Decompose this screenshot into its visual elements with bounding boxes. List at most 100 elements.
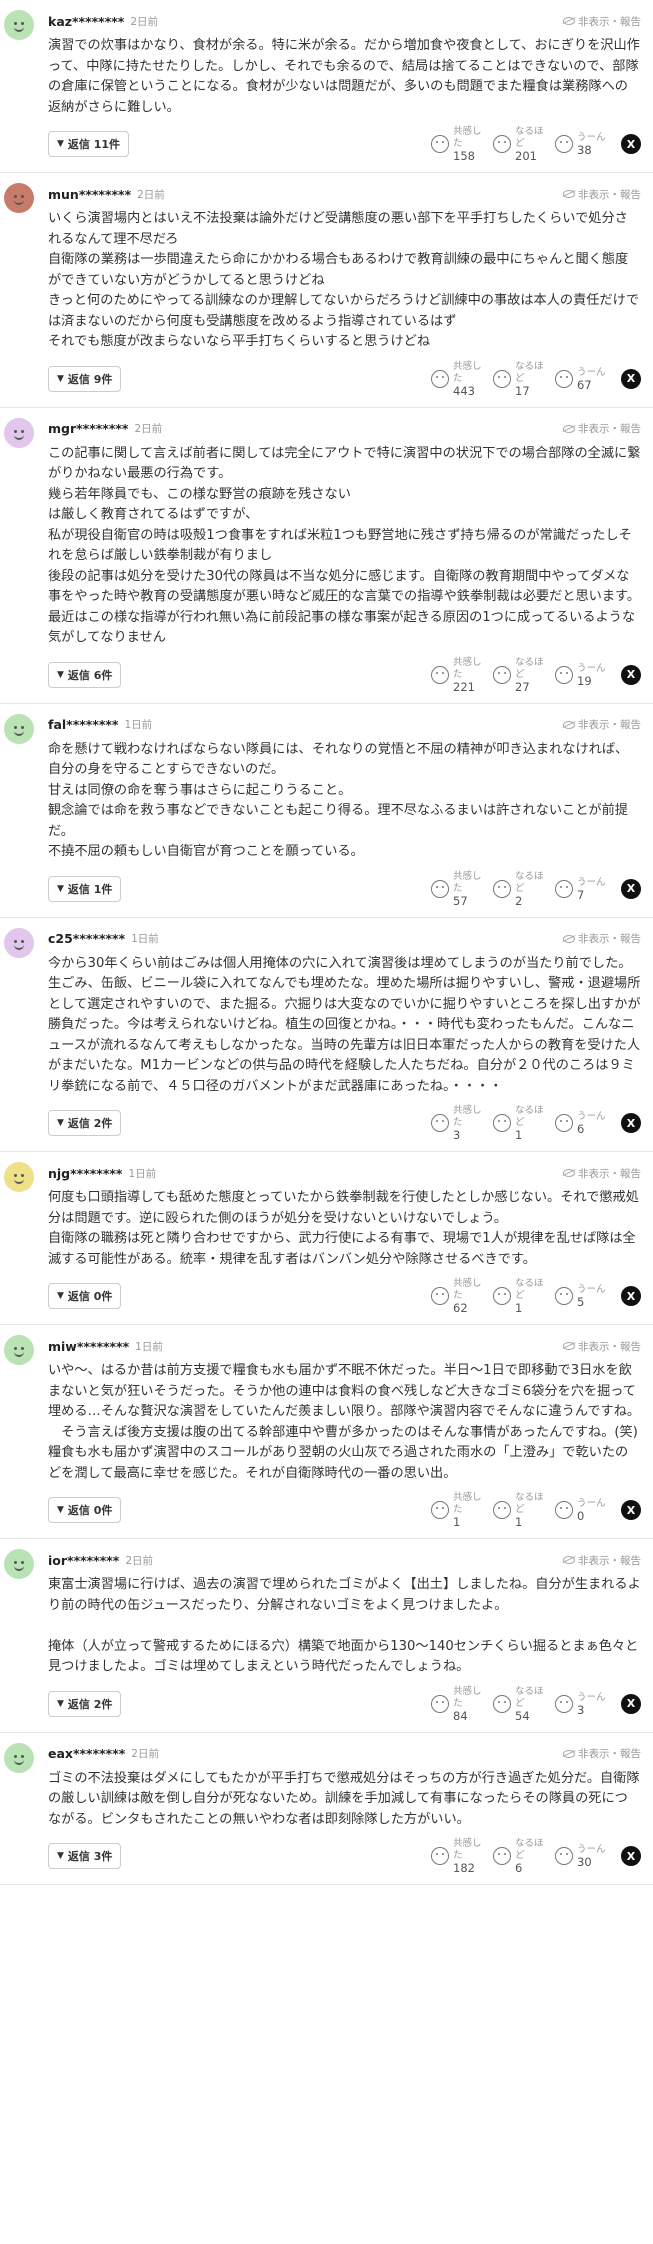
chevron-down-icon: ▼	[57, 373, 64, 384]
avatar[interactable]	[4, 1549, 34, 1579]
hide-report-button[interactable]: 非表示・報告	[563, 421, 641, 436]
smile-face-icon	[431, 665, 449, 684]
reaction-label: なるほど	[515, 1492, 544, 1515]
replies-label: 返信 3件	[67, 1850, 113, 1863]
reaction-empathy-button[interactable]: 共感した 3	[431, 1105, 487, 1141]
reaction-empathy-button[interactable]: 共感した 62	[431, 1278, 487, 1314]
replies-button[interactable]: ▼ 返信 0件	[48, 1497, 122, 1523]
hide-report-button[interactable]: 非表示・報告	[563, 717, 641, 732]
reaction-uun-button[interactable]: うーん 3	[555, 1692, 611, 1716]
replies-label: 返信 0件	[67, 1290, 113, 1303]
thinking-face-icon	[493, 135, 511, 153]
avatar[interactable]	[4, 183, 34, 213]
replies-button[interactable]: ▼ 返信 2件	[48, 1690, 122, 1717]
reaction-uun-button[interactable]: うーん 38	[555, 132, 611, 156]
reaction-uun-button[interactable]: うーん 0	[555, 1498, 611, 1522]
comment-text: 何度も口頭指導しても舐めた態度とっていたから鉄拳制裁を行使したとしか感じない。そ…	[48, 1190, 639, 1267]
comment-item: mun******** 2日前 非表示・報告 いくら演習場内とはいえ不法投棄は論…	[0, 173, 653, 408]
chevron-down-icon: ▼	[57, 669, 64, 680]
hide-report-button[interactable]: 非表示・報告	[563, 1553, 641, 1568]
reaction-naruhodo-button[interactable]: なるほど 1	[493, 1492, 549, 1528]
chevron-down-icon: ▼	[57, 1698, 64, 1709]
avatar[interactable]	[4, 10, 34, 40]
replies-button[interactable]: ▼ 返信 3件	[48, 1843, 122, 1869]
comment-username[interactable]: fal********	[48, 717, 118, 732]
reaction-label: なるほど	[515, 1105, 544, 1128]
reaction-uun-button[interactable]: うーん 67	[555, 367, 611, 391]
thinking-face-icon	[493, 1114, 511, 1132]
avatar[interactable]	[4, 927, 34, 958]
avatar[interactable]	[4, 1335, 34, 1365]
comment-username[interactable]: miw********	[48, 1339, 129, 1354]
reaction-uun-button[interactable]: うーん 19	[555, 663, 611, 687]
reaction-empathy-button[interactable]: 共感した 57	[431, 871, 487, 907]
reaction-uun-button[interactable]: うーん 7	[555, 877, 611, 901]
reaction-naruhodo-button[interactable]: なるほど 201	[493, 126, 549, 162]
x-share-icon[interactable]: X	[621, 1500, 641, 1520]
reaction-count: 7	[577, 887, 585, 902]
chevron-down-icon: ▼	[57, 1505, 64, 1515]
reaction-empathy-button[interactable]: 共感した 158	[431, 126, 487, 162]
comment-username[interactable]: kaz********	[48, 14, 124, 29]
x-share-icon[interactable]: X	[621, 664, 641, 685]
comment-username[interactable]: mgr********	[48, 421, 128, 436]
hide-report-button[interactable]: 非表示・報告	[563, 1339, 641, 1354]
reaction-naruhodo-button[interactable]: なるほど 27	[493, 657, 549, 693]
comment-username[interactable]: eax********	[48, 1746, 125, 1761]
x-share-icon[interactable]: X	[621, 1286, 641, 1306]
reaction-count: 19	[577, 673, 592, 688]
avatar[interactable]	[4, 713, 34, 744]
reaction-naruhodo-button[interactable]: なるほど 1	[493, 1278, 549, 1314]
reaction-label: 共感した	[453, 360, 482, 384]
reaction-empathy-button[interactable]: 共感した 221	[431, 657, 487, 693]
reaction-empathy-button[interactable]: 共感した 182	[431, 1838, 487, 1874]
avatar[interactable]	[4, 1742, 34, 1773]
reaction-naruhodo-button[interactable]: なるほど 6	[493, 1838, 549, 1874]
hide-report-label: 非表示・報告	[578, 188, 641, 201]
replies-button[interactable]: ▼ 返信 9件	[48, 365, 122, 392]
replies-button[interactable]: ▼ 返信 11件	[48, 131, 130, 157]
reaction-count: 201	[515, 149, 537, 163]
avatar[interactable]	[4, 1162, 34, 1192]
comment-username[interactable]: ior********	[48, 1553, 119, 1568]
hide-report-button[interactable]: 非表示・報告	[563, 1166, 641, 1181]
reaction-naruhodo-button[interactable]: なるほど 54	[493, 1686, 549, 1722]
reaction-count: 158	[453, 149, 475, 163]
reaction-label: 共感した	[453, 1838, 482, 1861]
hide-report-button[interactable]: 非表示・報告	[563, 931, 641, 946]
reaction-count: 1	[515, 1128, 523, 1142]
comment-date: 2日前	[134, 423, 163, 435]
reaction-naruhodo-button[interactable]: なるほど 2	[493, 871, 549, 907]
hide-report-button[interactable]: 非表示・報告	[563, 187, 641, 202]
reaction-count: 2	[515, 893, 523, 908]
comment-username[interactable]: mun********	[48, 187, 131, 202]
reaction-uun-button[interactable]: うーん 6	[555, 1111, 611, 1135]
replies-button[interactable]: ▼ 返信 2件	[48, 1110, 122, 1136]
comment-username[interactable]: njg********	[48, 1166, 122, 1181]
x-share-icon[interactable]: X	[621, 368, 641, 389]
x-share-icon[interactable]: X	[621, 878, 641, 899]
reaction-naruhodo-button[interactable]: なるほど 17	[493, 361, 549, 397]
reaction-count: 3	[453, 1128, 461, 1142]
x-share-icon[interactable]: X	[621, 1846, 641, 1866]
x-share-icon[interactable]: X	[621, 1693, 641, 1714]
reaction-naruhodo-button[interactable]: なるほど 1	[493, 1105, 549, 1141]
hide-eye-icon	[563, 424, 575, 433]
avatar[interactable]	[4, 417, 34, 448]
hide-report-button[interactable]: 非表示・報告	[563, 1746, 641, 1761]
reaction-empathy-button[interactable]: 共感した 1	[431, 1492, 487, 1528]
hide-report-button[interactable]: 非表示・報告	[563, 14, 641, 29]
replies-button[interactable]: ▼ 返信 1件	[48, 875, 122, 902]
reaction-uun-button[interactable]: うーん 5	[555, 1284, 611, 1308]
x-share-icon[interactable]: X	[621, 1113, 641, 1133]
reaction-label: 共感した	[453, 1105, 482, 1128]
reaction-label: なるほど	[515, 1278, 544, 1301]
comment-username[interactable]: c25********	[48, 931, 125, 946]
reaction-empathy-button[interactable]: 共感した 84	[431, 1686, 487, 1722]
x-share-icon[interactable]: X	[621, 134, 641, 154]
replies-button[interactable]: ▼ 返信 6件	[48, 661, 122, 688]
reaction-empathy-button[interactable]: 共感した 443	[431, 361, 487, 397]
reaction-uun-button[interactable]: うーん 30	[555, 1844, 611, 1868]
hide-eye-icon	[563, 934, 575, 943]
replies-button[interactable]: ▼ 返信 0件	[48, 1283, 122, 1309]
